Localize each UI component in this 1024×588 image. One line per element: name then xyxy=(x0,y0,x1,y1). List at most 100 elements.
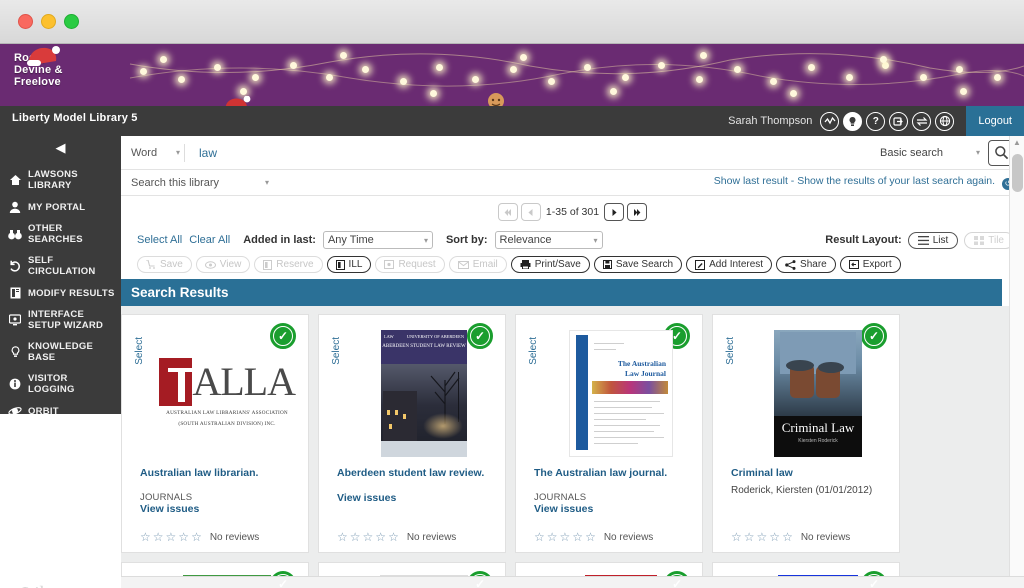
login-icon[interactable] xyxy=(889,112,908,131)
star-icon[interactable]: ☆ xyxy=(731,530,742,544)
minimize-button[interactable] xyxy=(41,14,56,29)
rating[interactable]: ☆ ☆ ☆ ☆ ☆ No reviews xyxy=(534,530,653,544)
result-title[interactable]: Criminal law xyxy=(731,467,889,480)
help-icon[interactable]: ? xyxy=(866,112,885,131)
sidebar-item-interface-setup-wizard[interactable]: INTERFACE SETUP WIZARD xyxy=(0,304,121,336)
rating[interactable]: ☆ ☆ ☆ ☆ ☆ No reviews xyxy=(337,530,456,544)
vertical-scrollbar[interactable]: ▲ ▼ xyxy=(1009,136,1024,588)
result-card[interactable]: Select ✓ Crimin xyxy=(712,314,900,553)
close-button[interactable] xyxy=(18,14,33,29)
star-icon[interactable]: ☆ xyxy=(757,530,768,544)
star-icon[interactable]: ☆ xyxy=(782,530,793,544)
results-grid-row-1: Select ✓ ALLA AUSTRALIAN LAW LIBRARIANS'… xyxy=(121,314,1002,553)
next-page-button[interactable] xyxy=(604,203,624,221)
star-icon[interactable]: ☆ xyxy=(178,530,189,544)
select-label[interactable]: Select xyxy=(725,337,736,365)
sidebar-item-other-searches[interactable]: OTHER SEARCHES xyxy=(0,218,121,250)
sort-by-select[interactable]: Relevance ▾ xyxy=(495,231,603,249)
rating[interactable]: ☆ ☆ ☆ ☆ ☆ No reviews xyxy=(140,530,259,544)
activity-icon[interactable] xyxy=(820,112,839,131)
star-icon[interactable]: ☆ xyxy=(744,530,755,544)
search-scope-value[interactable]: Search this library xyxy=(131,177,219,189)
zoom-button[interactable] xyxy=(64,14,79,29)
request-button[interactable]: Request xyxy=(375,256,444,273)
company-logo[interactable]: Rose, Devine & Freelove xyxy=(14,52,134,88)
cover-image[interactable]: The Australian Law Journal xyxy=(548,329,694,457)
star-icon[interactable]: ☆ xyxy=(191,530,202,544)
horizontal-scrollbar[interactable] xyxy=(121,576,1024,588)
view-button[interactable]: View xyxy=(196,256,251,273)
result-title[interactable]: Aberdeen student law review. xyxy=(337,467,495,480)
last-page-button[interactable] xyxy=(627,203,647,221)
star-icon[interactable]: ☆ xyxy=(153,530,164,544)
search-field-type-select[interactable]: Word ▾ xyxy=(127,144,185,162)
layout-list-button[interactable]: List xyxy=(908,232,959,249)
email-button[interactable]: Email xyxy=(449,256,507,273)
sidebar-item-my-portal[interactable]: MY PORTAL xyxy=(0,196,121,218)
added-in-last-select[interactable]: Any Time ▾ xyxy=(323,231,433,249)
result-title[interactable]: Australian law librarian. xyxy=(140,467,298,480)
show-last-result-text: Show last result - Show the results of y… xyxy=(714,175,995,187)
star-icon[interactable]: ☆ xyxy=(534,530,545,544)
globe-icon[interactable] xyxy=(935,112,954,131)
search-field-type-value: Word xyxy=(131,147,157,159)
scroll-up-icon[interactable]: ▲ xyxy=(1013,138,1021,147)
star-icon[interactable]: ☆ xyxy=(547,530,558,544)
select-all-link[interactable]: Select All xyxy=(137,234,182,246)
prev-page-button[interactable] xyxy=(521,203,541,221)
select-label[interactable]: Select xyxy=(331,337,342,365)
star-icon[interactable]: ☆ xyxy=(585,530,596,544)
view-issues-link[interactable]: View issues xyxy=(534,503,692,515)
view-issues-link[interactable]: View issues xyxy=(337,492,495,504)
first-page-button[interactable] xyxy=(498,203,518,221)
star-icon[interactable]: ☆ xyxy=(337,530,348,544)
sidebar-item-knowledge-base[interactable]: KNOWLEDGE BASE xyxy=(0,336,121,368)
result-card[interactable]: Select ✓ The Australian Law Journal xyxy=(515,314,703,553)
rating[interactable]: ☆ ☆ ☆ ☆ ☆ No reviews xyxy=(731,530,850,544)
star-icon[interactable]: ☆ xyxy=(769,530,780,544)
australian-law-journal-cover-art: The Australian Law Journal xyxy=(569,330,673,457)
chevron-down-icon: ▾ xyxy=(976,148,980,157)
sidebar-item-lawsons-library[interactable]: LAWSONS LIBRARY xyxy=(0,164,121,196)
print-save-button[interactable]: Print/Save xyxy=(511,256,590,273)
transfer-icon[interactable] xyxy=(912,112,931,131)
clear-all-link[interactable]: Clear All xyxy=(189,234,230,246)
share-button-label: Share xyxy=(800,259,827,270)
result-card[interactable]: Select ✓ LAW UNIVERSITY OF ABERDEEN ABER… xyxy=(318,314,506,553)
search-input[interactable] xyxy=(189,146,880,160)
select-label[interactable]: Select xyxy=(134,337,145,365)
star-icon[interactable]: ☆ xyxy=(350,530,361,544)
logout-button[interactable]: Logout xyxy=(966,106,1024,136)
star-icon[interactable]: ☆ xyxy=(560,530,571,544)
star-icon[interactable]: ☆ xyxy=(363,530,374,544)
show-last-result-link[interactable]: Show last result - Show the results of y… xyxy=(714,175,1014,190)
sidebar-item-visitor-logging[interactable]: VISITOR LOGGING xyxy=(0,368,121,400)
select-label[interactable]: Select xyxy=(528,337,539,365)
share-button[interactable]: Share xyxy=(776,256,836,273)
cover-subtitle-1: LAW xyxy=(384,333,394,340)
chevron-down-icon[interactable]: ▾ xyxy=(265,178,269,187)
sidebar-item-self-circulation[interactable]: SELF CIRCULATION xyxy=(0,250,121,282)
sidebar-collapse-icon[interactable]: ◀ xyxy=(0,136,121,164)
search-mode-select[interactable]: Basic search ▾ xyxy=(880,147,980,159)
star-icon[interactable]: ☆ xyxy=(388,530,399,544)
result-title[interactable]: The Australian law journal. xyxy=(534,467,692,480)
star-icon[interactable]: ☆ xyxy=(375,530,386,544)
result-type: JOURNALS xyxy=(534,492,692,503)
scrollbar-thumb[interactable] xyxy=(1012,154,1023,192)
result-card[interactable]: Select ✓ ALLA AUSTRALIAN LAW LIBRARIANS'… xyxy=(121,314,309,553)
view-issues-link[interactable]: View issues xyxy=(140,503,298,515)
layout-tile-button[interactable]: Tile xyxy=(964,232,1014,249)
add-interest-button[interactable]: Add Interest xyxy=(686,256,772,273)
save-button[interactable]: Save xyxy=(137,256,192,273)
reserve-button[interactable]: Reserve xyxy=(254,256,322,273)
ill-button[interactable]: ILL xyxy=(327,256,372,273)
save-search-button[interactable]: Save Search xyxy=(594,256,682,273)
export-button[interactable]: Export xyxy=(840,256,901,273)
star-icon[interactable]: ☆ xyxy=(166,530,177,544)
result-count: 1-35 of 301 xyxy=(546,206,599,218)
star-icon[interactable]: ☆ xyxy=(572,530,583,544)
star-icon[interactable]: ☆ xyxy=(140,530,151,544)
lightbulb-icon[interactable] xyxy=(843,112,862,131)
sidebar-item-modify-results[interactable]: MODIFY RESULTS xyxy=(0,282,121,304)
